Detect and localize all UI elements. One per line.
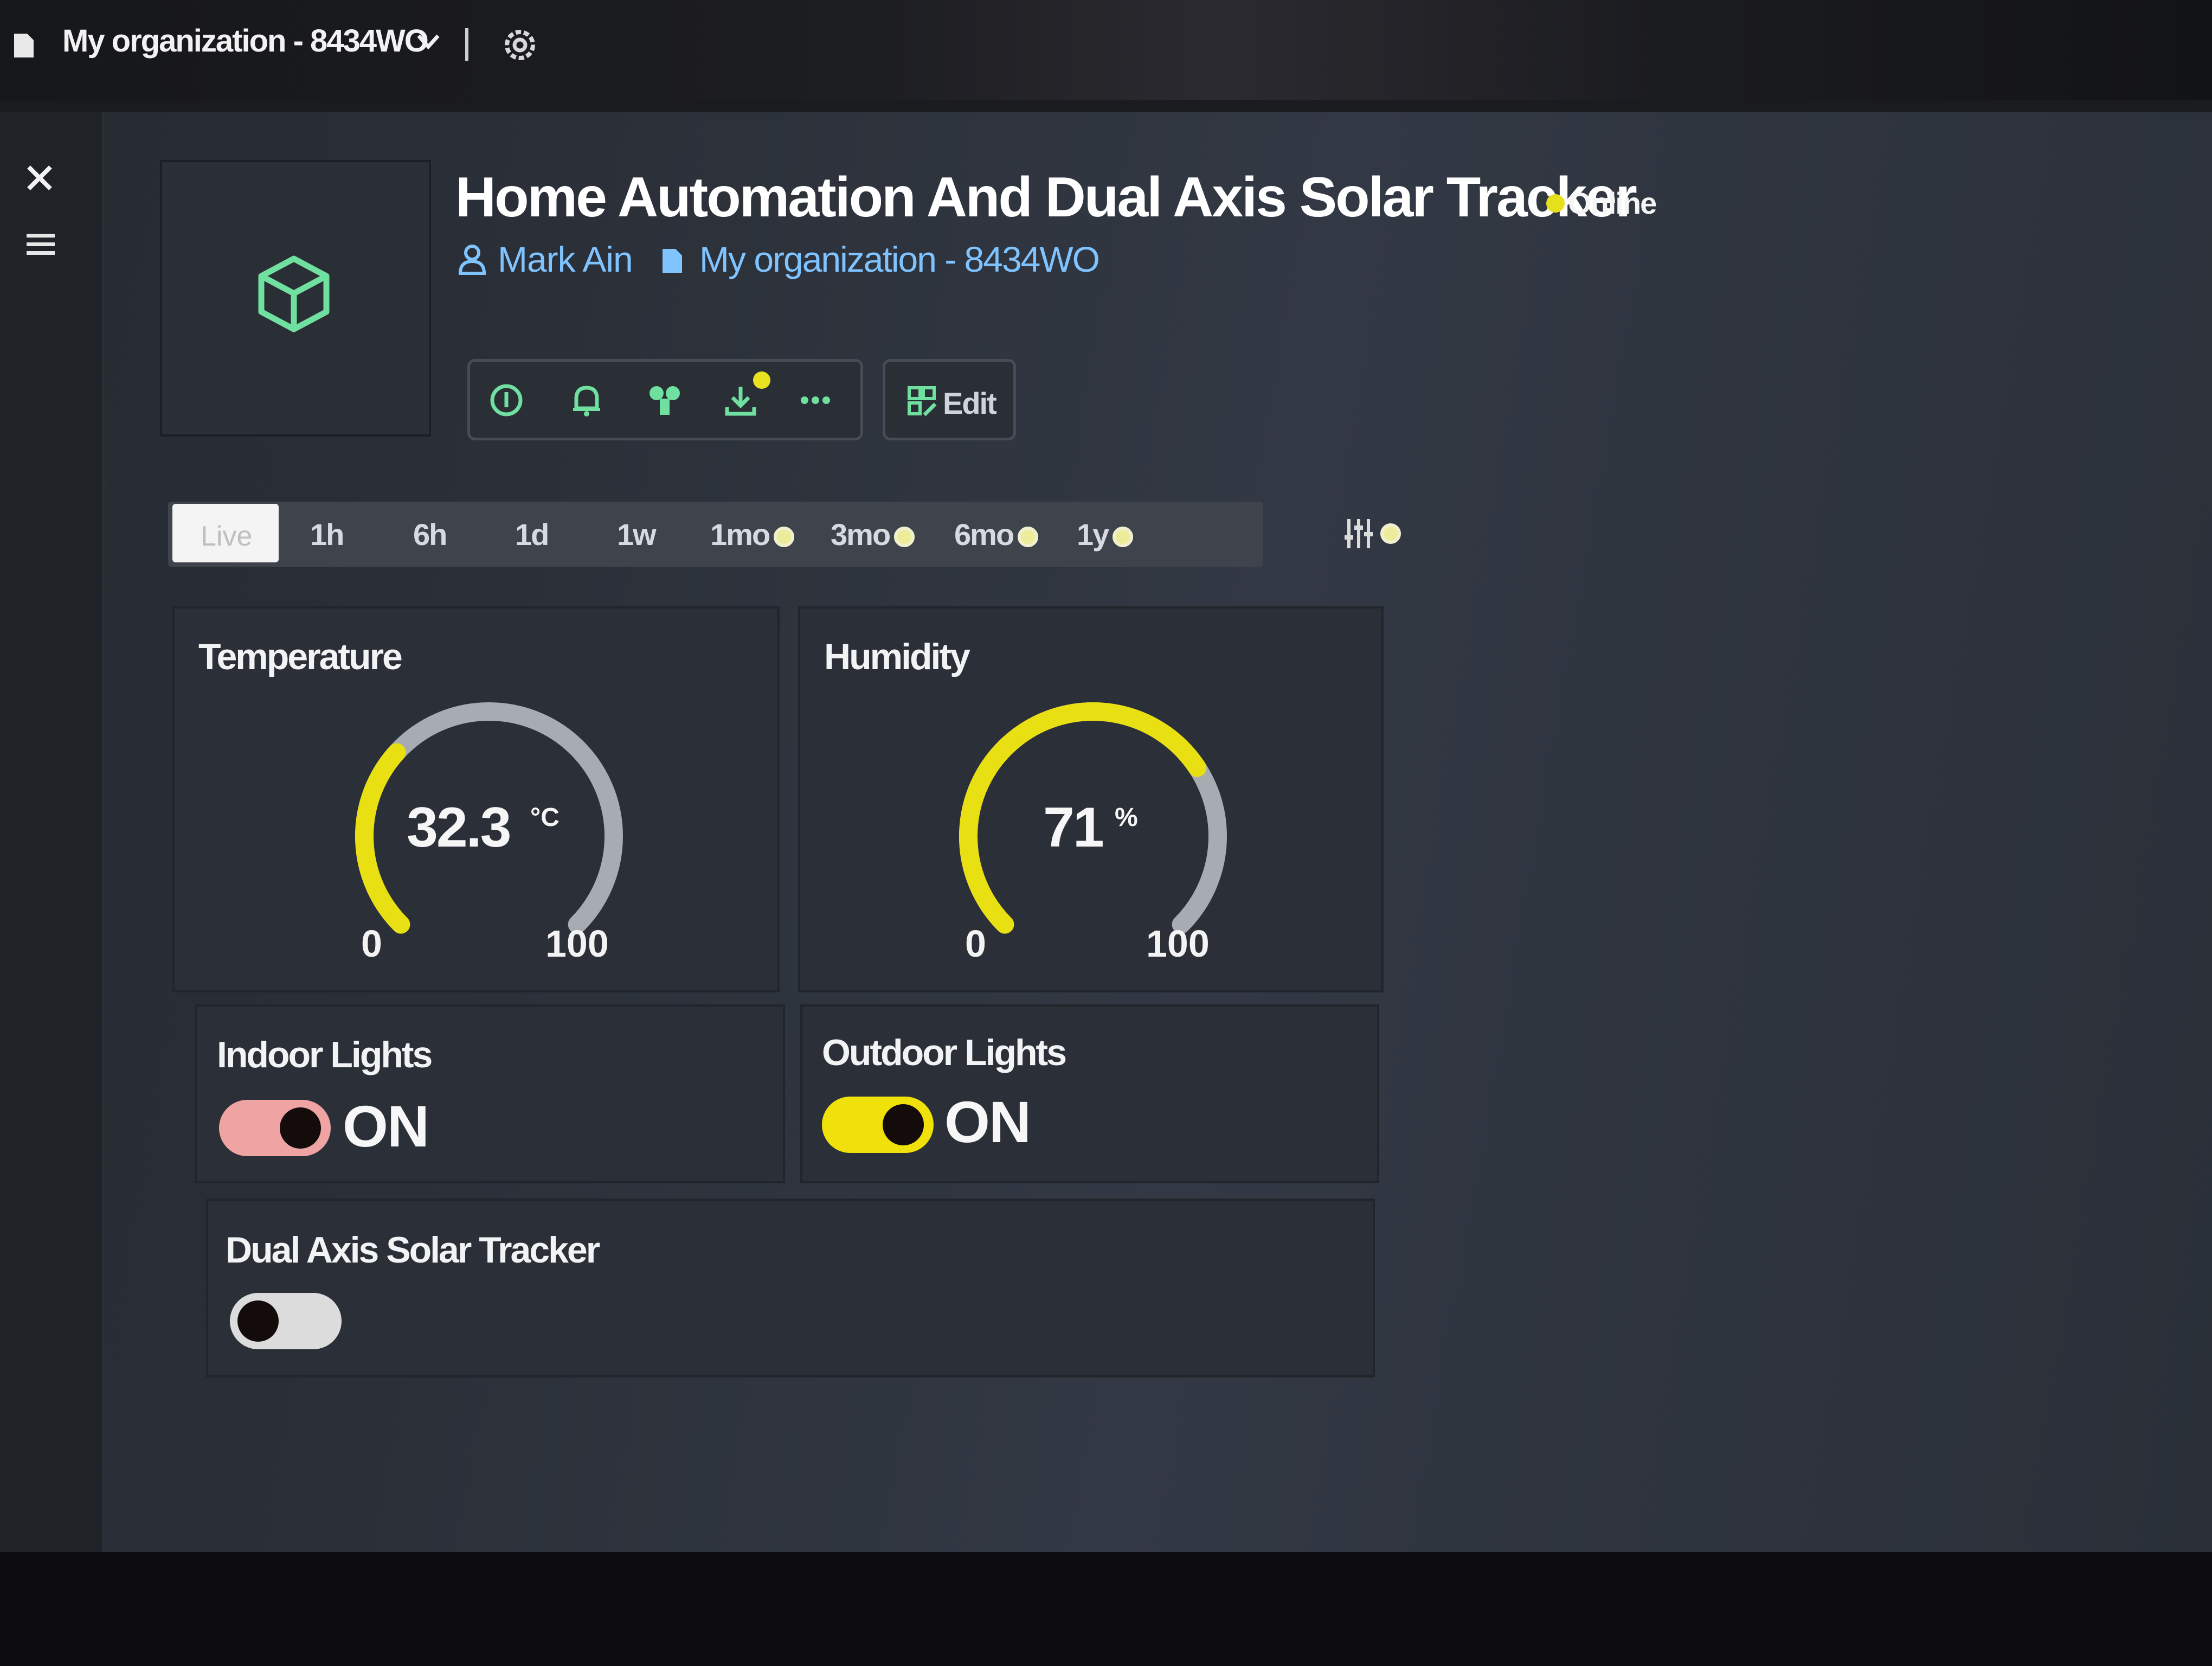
- switch-knob: [237, 1300, 279, 1342]
- organization-icon: [663, 249, 682, 273]
- switch-state: ON: [343, 1093, 429, 1159]
- edit-label: Edit: [943, 386, 997, 420]
- gauge-unit: °C: [530, 803, 560, 832]
- gauge-min: 0: [965, 922, 986, 965]
- temperature-widget: Temperature 32.3 °C 0 100: [172, 606, 780, 992]
- device-image: [160, 160, 431, 437]
- left-rail: [0, 112, 103, 1552]
- organization-link[interactable]: My organization - 8434WO: [699, 239, 1100, 280]
- time-range-bar: Live 1h 6h 1d 1w 1mo 3mo 6mo 1y: [168, 502, 1401, 567]
- info-icon: [490, 384, 523, 416]
- premium-badge-icon: [894, 527, 915, 548]
- owner-link[interactable]: Mark Ain: [498, 239, 633, 280]
- widget-title: Outdoor Lights: [822, 1032, 1067, 1073]
- top-header: My organization - 8434WO: [0, 0, 2212, 100]
- gauge-min: 0: [361, 922, 382, 965]
- screen-bezel: [0, 1552, 2212, 1666]
- premium-badge-icon: [1018, 527, 1039, 548]
- tab-6h[interactable]: 6h: [413, 517, 447, 552]
- tab-1y-label: 1y: [1077, 517, 1109, 552]
- indoor-lights-widget: Indoor Lights ON: [195, 1004, 785, 1183]
- widget-title: Humidity: [824, 636, 970, 677]
- solar-tracker-widget: Dual Axis Solar Tracker: [206, 1199, 1375, 1377]
- humidity-widget: Humidity 71 % 0 100: [798, 606, 1384, 992]
- organization-icon: [14, 34, 34, 57]
- custom-range-icon[interactable]: [1343, 517, 1374, 550]
- tab-1y[interactable]: 1y: [1077, 517, 1134, 552]
- tab-3mo[interactable]: 3mo: [831, 517, 915, 552]
- device-toolbar: [467, 359, 863, 440]
- more-icon: [801, 396, 830, 404]
- chevron-down-icon[interactable]: [415, 31, 441, 51]
- device-title: Home Automation And Dual Axis Solar Trac…: [455, 166, 1637, 229]
- tab-6mo-label: 6mo: [954, 517, 1014, 552]
- edit-button[interactable]: Edit: [883, 359, 1016, 440]
- automation-button[interactable]: [645, 380, 685, 420]
- gauge-value: 32.3: [407, 796, 511, 859]
- rail-divider: [102, 112, 105, 1552]
- gauge-max: 100: [545, 922, 609, 965]
- switch-knob: [280, 1107, 321, 1149]
- download-icon: [725, 387, 756, 416]
- online-status: Online: [1568, 186, 1657, 220]
- gear-icon[interactable]: [499, 24, 541, 66]
- close-icon[interactable]: [24, 163, 55, 193]
- widget-title: Temperature: [198, 636, 403, 677]
- widget-title: Indoor Lights: [217, 1034, 433, 1075]
- tab-1w[interactable]: 1w: [617, 517, 657, 552]
- tab-live-label: Live: [201, 521, 253, 552]
- more-button[interactable]: [795, 380, 835, 420]
- download-button[interactable]: [721, 380, 761, 420]
- indoor-lights-switch[interactable]: [219, 1100, 331, 1156]
- organization-selector[interactable]: My organization - 8434WO: [62, 23, 429, 59]
- solar-tracker-switch[interactable]: [230, 1293, 342, 1349]
- cube-icon: [258, 255, 330, 332]
- dashboard-edit-icon: [908, 386, 937, 416]
- notifications-button[interactable]: [567, 380, 607, 420]
- online-status-dot: [1546, 194, 1565, 213]
- info-button[interactable]: [486, 380, 526, 420]
- premium-badge-icon: [1380, 523, 1401, 544]
- download-badge: [753, 371, 770, 389]
- tab-live[interactable]: Live: [172, 504, 279, 562]
- bell-icon: [573, 386, 600, 416]
- gauge-value: 71: [1043, 796, 1104, 859]
- menu-icon[interactable]: [24, 230, 57, 259]
- outdoor-lights-switch[interactable]: [822, 1097, 934, 1153]
- tab-3mo-label: 3mo: [831, 517, 891, 552]
- tab-1mo-label: 1mo: [710, 517, 770, 552]
- tab-1h[interactable]: 1h: [310, 517, 344, 552]
- puzzle-icon: [650, 386, 680, 415]
- premium-badge-icon: [774, 527, 795, 548]
- header-border: [0, 100, 2212, 112]
- widget-title: Dual Axis Solar Tracker: [226, 1229, 600, 1271]
- switch-knob: [883, 1104, 924, 1145]
- user-icon: [458, 245, 486, 275]
- gauge-max: 100: [1146, 922, 1210, 965]
- gauge-fill: [355, 743, 410, 934]
- switch-state: ON: [944, 1089, 1031, 1155]
- tab-1mo[interactable]: 1mo: [710, 517, 795, 552]
- premium-badge-icon: [1113, 527, 1134, 548]
- tab-6mo[interactable]: 6mo: [954, 517, 1039, 552]
- gauge-unit: %: [1115, 803, 1138, 832]
- divider: [465, 28, 468, 61]
- outdoor-lights-widget: Outdoor Lights ON: [800, 1004, 1379, 1183]
- tab-1d[interactable]: 1d: [515, 517, 549, 552]
